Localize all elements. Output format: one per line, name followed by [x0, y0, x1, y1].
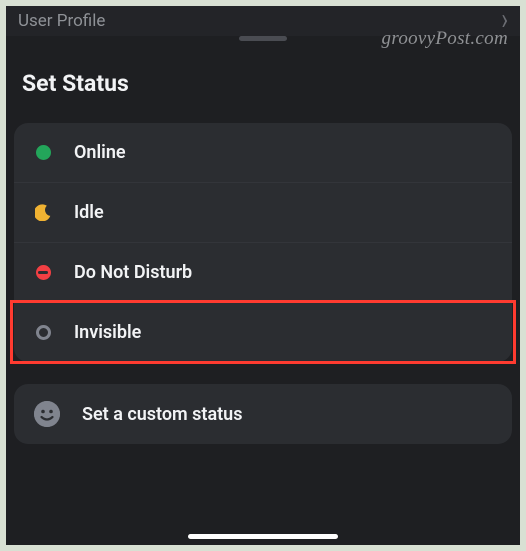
- sheet-title: Set Status: [0, 42, 526, 123]
- custom-status-group: Set a custom status: [14, 384, 512, 444]
- emoji-smile-icon: [34, 401, 60, 427]
- status-options-group: Online Idle Do Not Disturb Invisible: [14, 123, 512, 362]
- status-label: Online: [74, 142, 126, 163]
- idle-icon: [34, 204, 52, 222]
- status-label: Do Not Disturb: [74, 262, 192, 283]
- invisible-icon: [34, 324, 52, 342]
- status-label: Invisible: [74, 322, 141, 343]
- set-status-sheet: Set Status Online Idle Do Not Disturb: [0, 36, 526, 444]
- online-icon: [34, 144, 52, 162]
- status-option-invisible[interactable]: Invisible: [14, 302, 512, 362]
- prev-screen-label: User Profile: [18, 11, 105, 31]
- status-label: Idle: [74, 202, 104, 223]
- home-indicator[interactable]: [188, 534, 338, 539]
- status-option-idle[interactable]: Idle: [14, 182, 512, 242]
- status-option-dnd[interactable]: Do Not Disturb: [14, 242, 512, 302]
- custom-status-label: Set a custom status: [82, 404, 242, 425]
- dnd-icon: [34, 264, 52, 282]
- sheet-grab-handle[interactable]: [239, 36, 287, 41]
- status-option-online[interactable]: Online: [14, 123, 512, 182]
- set-custom-status-button[interactable]: Set a custom status: [14, 384, 512, 444]
- watermark-text: groovyPost.com: [382, 28, 508, 50]
